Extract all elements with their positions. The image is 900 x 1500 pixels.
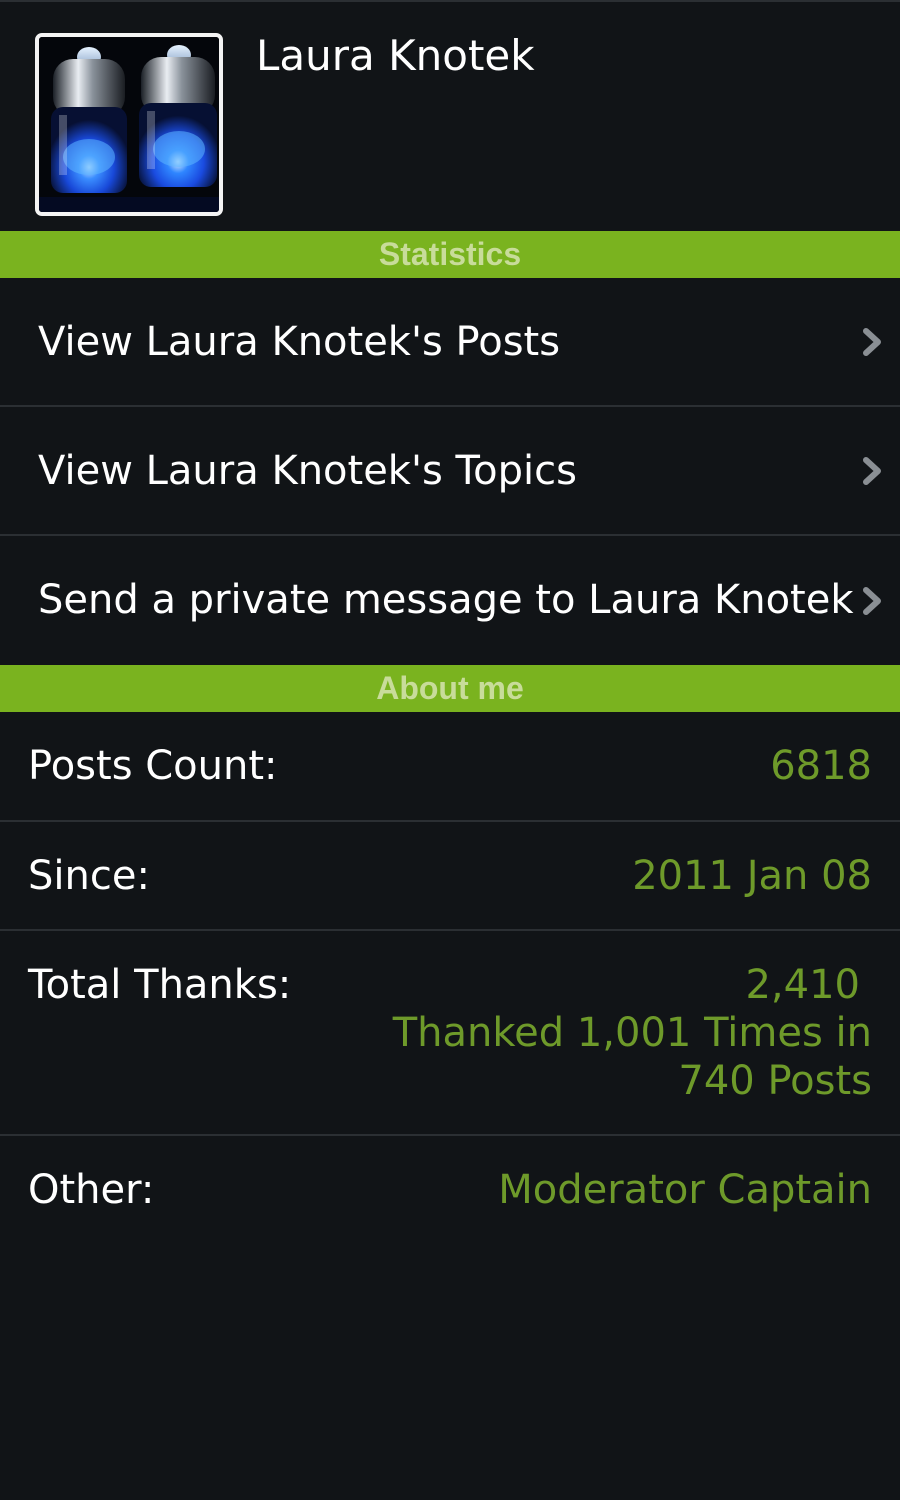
- chevron-right-icon: [862, 327, 882, 357]
- profile-page: Laura Knotek Statistics View Laura Knote…: [0, 0, 900, 1500]
- view-posts-label: View Laura Knotek's Posts: [38, 319, 561, 365]
- view-topics-link[interactable]: View Laura Knotek's Topics: [0, 407, 900, 536]
- total-thanks-row: Total Thanks: 2,410 Thanked 1,001 Times …: [0, 931, 900, 1136]
- view-topics-label: View Laura Knotek's Topics: [38, 448, 577, 494]
- avatar[interactable]: [35, 33, 223, 216]
- other-value: Moderator Captain: [498, 1167, 872, 1213]
- send-private-message-link[interactable]: Send a private message to Laura Knotek: [0, 536, 900, 665]
- total-thanks-label: Total Thanks:: [28, 962, 292, 1008]
- statistics-header: Statistics: [0, 231, 900, 278]
- since-label: Since:: [28, 853, 150, 899]
- username: Laura Knotek: [256, 31, 535, 80]
- profile-header: Laura Knotek: [0, 0, 900, 231]
- chevron-right-icon: [862, 586, 882, 616]
- view-posts-link[interactable]: View Laura Knotek's Posts: [0, 278, 900, 407]
- since-value: 2011 Jan 08: [632, 853, 872, 899]
- other-row: Other: Moderator Captain: [0, 1136, 900, 1246]
- posts-count-label: Posts Count:: [28, 743, 278, 789]
- send-private-message-label: Send a private message to Laura Knotek: [38, 577, 854, 623]
- about-me-header: About me: [0, 665, 900, 712]
- other-label: Other:: [28, 1167, 155, 1213]
- since-row: Since: 2011 Jan 08: [0, 822, 900, 931]
- total-thanks-value: 2,410 Thanked 1,001 Times in 740 Posts: [393, 961, 872, 1105]
- thanked-posts-text: 740 Posts: [678, 1058, 872, 1104]
- posts-count-value: 6818: [770, 743, 872, 789]
- chevron-right-icon: [862, 456, 882, 486]
- thanked-times-text: Thanked 1,001 Times in: [392, 1010, 872, 1056]
- vacuum-tubes-image: [39, 37, 219, 212]
- posts-count-row: Posts Count: 6818: [0, 712, 900, 822]
- thanks-count: 2,410: [745, 962, 860, 1008]
